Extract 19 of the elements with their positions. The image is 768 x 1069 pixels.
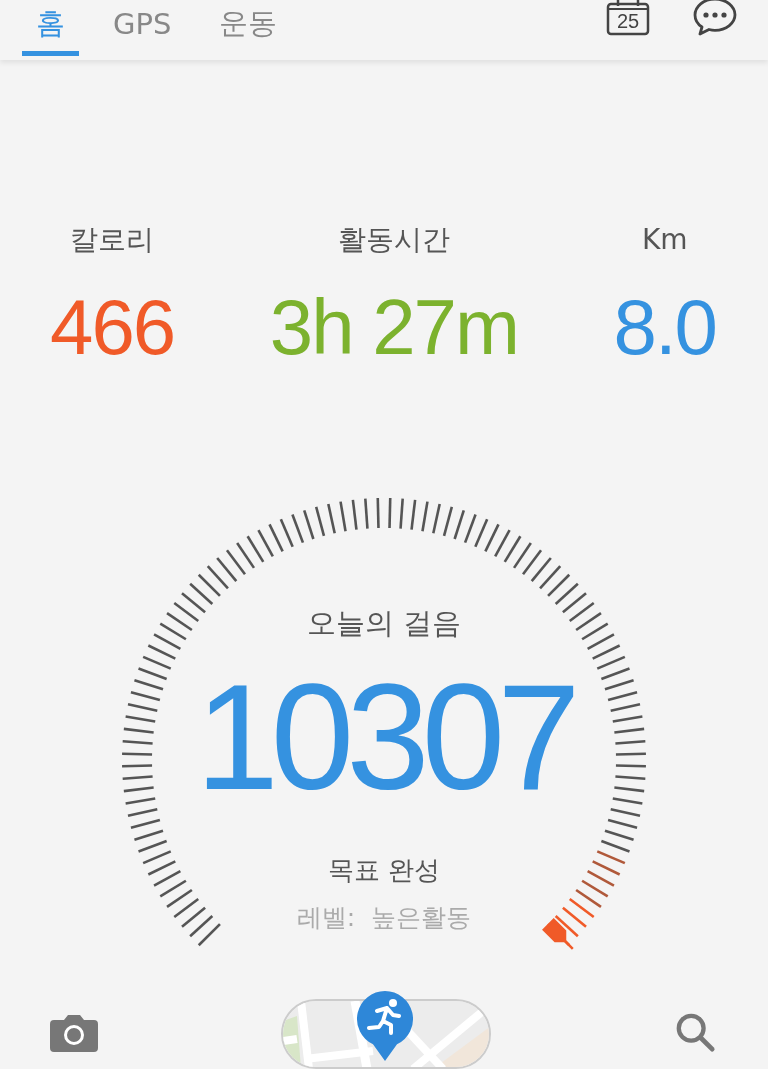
stat-value: 466	[50, 282, 175, 372]
tab[interactable]: 운동	[205, 0, 292, 56]
gauge-title: 오늘의 걸음	[306, 605, 462, 642]
calendar-button[interactable]: 25	[606, 0, 650, 36]
stat-label: 활동시간	[337, 222, 450, 258]
stat-label: Km	[641, 222, 688, 258]
step-count: 10307	[195, 662, 573, 812]
tab[interactable]: GPS	[99, 0, 186, 56]
chat-icon[interactable]	[692, 0, 738, 36]
runner-pin-icon	[355, 989, 415, 1063]
stat-label: 칼로리	[70, 222, 155, 258]
camera-icon[interactable]	[50, 1012, 98, 1052]
level-marker	[542, 918, 575, 951]
stat-value: 8.0	[613, 282, 716, 372]
tab[interactable]: 홈	[22, 0, 79, 56]
goal-status: 목표 완성	[327, 854, 441, 887]
activity-level: 레벨: 높은활동	[296, 902, 472, 934]
search-icon[interactable]	[674, 1011, 716, 1053]
stat-value: 3h 27m	[269, 282, 518, 372]
